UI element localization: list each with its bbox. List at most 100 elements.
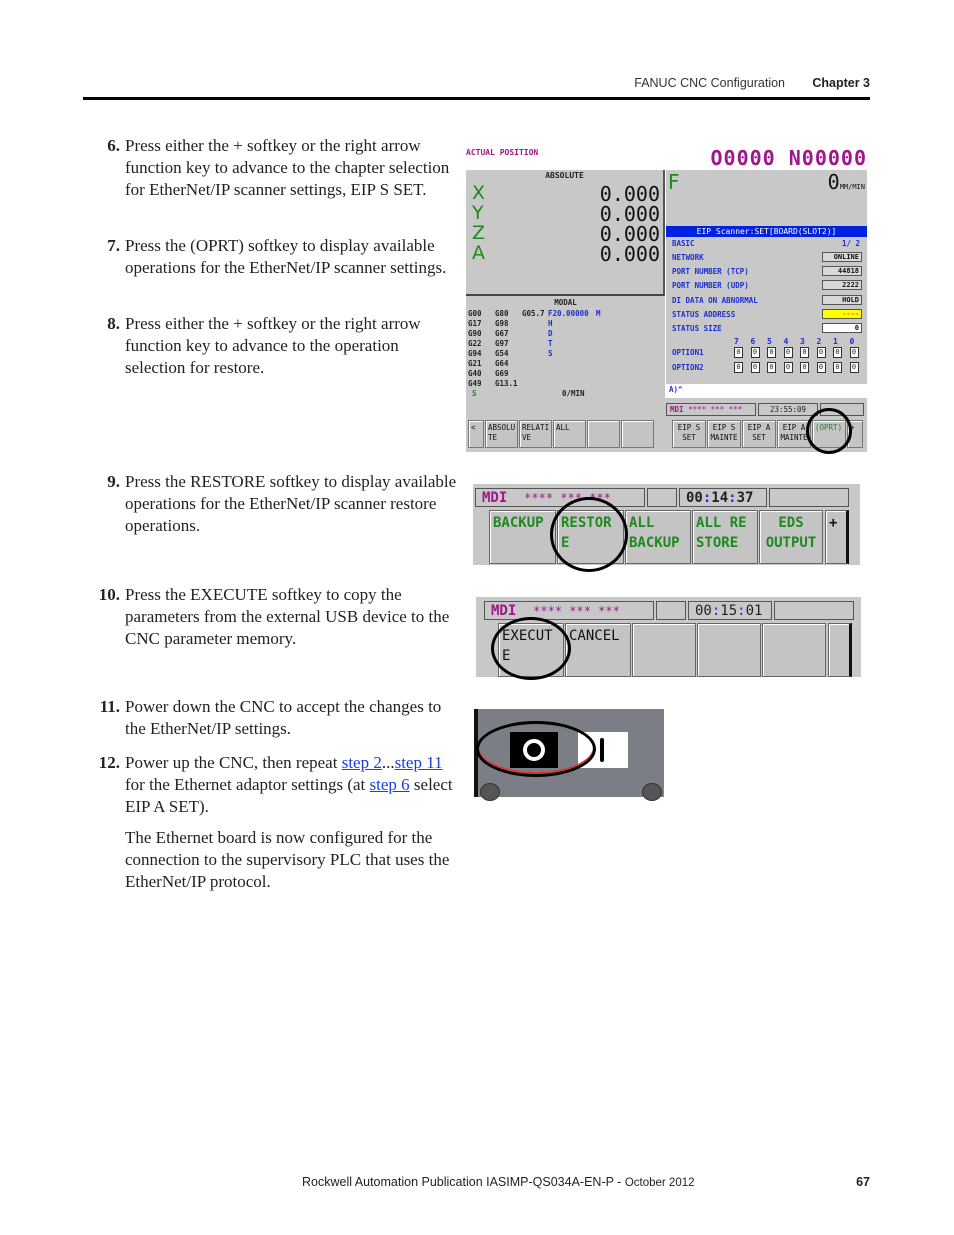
power-switch-panel — [474, 709, 664, 801]
option1-bits[interactable]: 00000000 — [734, 347, 866, 358]
setting-row: PORT NUMBER (TCP) 44818 — [672, 266, 862, 278]
program-number: O0000 N00000 — [710, 146, 867, 170]
screw-icon — [642, 783, 662, 801]
status-blank — [774, 601, 854, 620]
restore-softkey-panel: MDI **** *** *** 00:14:37 BACKUP RESTOR … — [473, 484, 860, 565]
softkey-eip-s-mainte[interactable]: EIP S MAINTE — [707, 420, 741, 448]
step-number: 11. — [99, 697, 120, 716]
header-chapter: Chapter 3 — [812, 76, 870, 90]
step-text: Power up the CNC, then repeat step 2...s… — [125, 753, 453, 816]
status-time: 00:14:37 — [679, 488, 767, 507]
axis-row: Y 0.000 — [472, 202, 660, 226]
step-text: Press the (OPRT) softkey to display avai… — [125, 236, 447, 277]
modal-row: G21 G64 — [468, 359, 509, 368]
step-text: Press either the + softkey or the right … — [125, 314, 421, 377]
softkey-relative[interactable]: RELATI VE — [519, 420, 552, 448]
step-9: 9. Press the RESTORE softkey to display … — [90, 471, 458, 537]
option2-bits[interactable]: 00000000 — [734, 362, 866, 373]
bit-numbers: 76543210 — [734, 337, 855, 346]
step-number: 6. — [107, 136, 120, 155]
softkey-next[interactable] — [828, 623, 852, 677]
modal-row: G90 G67 D — [468, 329, 553, 338]
modal-row: G94 G54 S — [468, 349, 553, 358]
step-6: 6. Press either the + softkey or the rig… — [90, 135, 458, 201]
step-text: Power down the CNC to accept the changes… — [125, 697, 442, 738]
absolute-label: ABSOLUTE — [545, 171, 584, 180]
softkey-absolute[interactable]: ABSOLU TE — [485, 420, 518, 448]
status-blank — [656, 601, 686, 620]
softkey-eds-output[interactable]: EDS OUTPUT — [759, 510, 823, 564]
basic-row: BASIC 1/ 2 — [672, 239, 860, 248]
step-text: Press either the + softkey or the right … — [125, 136, 450, 199]
publication-info: Rockwell Automation Publication IASIMP-Q… — [302, 1175, 695, 1189]
step-10: 10. Press the EXECUTE softkey to copy th… — [90, 584, 458, 650]
header-section: FANUC CNC Configuration — [634, 76, 785, 90]
setting-row: PORT NUMBER (UDP) 2222 — [672, 280, 862, 292]
setting-row: STATUS SIZE 0 — [672, 323, 862, 335]
setting-row: STATUS ADDRESS ---- — [672, 309, 862, 321]
softkey-blank[interactable] — [762, 623, 826, 677]
softkey-all[interactable]: ALL — [553, 420, 586, 448]
step-number: 7. — [107, 236, 120, 255]
step-number: 8. — [107, 314, 120, 333]
step-text: Press the EXECUTE softkey to copy the pa… — [125, 585, 450, 648]
step-11: 11. Power down the CNC to accept the cha… — [90, 696, 458, 740]
softkey-all-restore[interactable]: ALL RE STORE — [692, 510, 758, 564]
page-number: 67 — [856, 1175, 870, 1189]
cnc-eip-scanner-screen: ACTUAL POSITION O0000 N00000 ABSOLUTE X0… — [464, 140, 869, 454]
actual-position-label: ACTUAL POSITION — [466, 148, 539, 157]
highlight-oval — [476, 721, 596, 777]
step-7: 7. Press the (OPRT) softkey to display a… — [90, 235, 458, 279]
link-step-2[interactable]: step 2 — [342, 753, 382, 772]
softkey-blank[interactable] — [621, 420, 654, 448]
step-text: Press the RESTORE softkey to display ava… — [125, 472, 457, 535]
setting-row: NETWORK ONLINE — [672, 252, 862, 264]
closing-paragraph: The Ethernet board is now configured for… — [125, 828, 450, 891]
input-prompt[interactable]: A)^ — [666, 384, 867, 396]
step-8: 8. Press either the + softkey or the rig… — [90, 313, 458, 379]
axis-row: Z 0.000 — [472, 222, 660, 246]
softkey-next[interactable]: + — [825, 510, 849, 564]
modal-row: G49 G13.1 — [468, 379, 518, 388]
modal-row: G22 G97 T — [468, 339, 553, 348]
modal-row: G17 G98 H — [468, 319, 553, 328]
softkey-blank[interactable] — [632, 623, 696, 677]
softkey-eip-a-set[interactable]: EIP A SET — [742, 420, 776, 448]
step-number: 10. — [98, 585, 120, 604]
softkey-blank[interactable] — [587, 420, 620, 448]
softkey-blank[interactable] — [697, 623, 761, 677]
highlight-circle — [491, 617, 571, 680]
power-on-icon — [600, 738, 604, 762]
highlight-circle — [806, 408, 852, 454]
highlight-circle — [550, 497, 628, 572]
status-blank — [647, 488, 677, 507]
softkey-eip-s-set[interactable]: EIP S SET — [672, 420, 706, 448]
softkey-backup[interactable]: BACKUP — [489, 510, 556, 564]
link-step-6[interactable]: step 6 — [370, 775, 410, 794]
step-12: 12. Power up the CNC, then repeat step 2… — [90, 752, 458, 818]
softkey-cancel[interactable]: CANCEL — [565, 623, 631, 677]
status-mode: MDI **** *** *** — [484, 601, 654, 620]
eip-settings-panel: EIP Scanner:SET[BOARD(SLOT2)] BASIC 1/ 2 … — [666, 196, 867, 384]
modal-row: G00 G80 G05.7 F20.00000 M — [468, 309, 601, 318]
step-number: 12. — [98, 753, 120, 772]
eip-title: EIP Scanner:SET[BOARD(SLOT2)] — [666, 226, 867, 237]
status-time: 23:55:09 — [758, 403, 818, 416]
status-time: 00:15:01 — [688, 601, 772, 620]
softkey-prev[interactable]: < — [468, 420, 484, 448]
modal-row: G40 G69 — [468, 369, 509, 378]
softkey-all-backup[interactable]: ALL BACKUP — [625, 510, 691, 564]
modal-panel: MODAL G00 G80 G05.7 F20.00000 M G17 G98 H G90 G… — [466, 296, 665, 400]
header-rule — [83, 97, 870, 100]
status-blank — [769, 488, 849, 507]
link-step-11[interactable]: step 11 — [395, 753, 443, 772]
status-mode: MDI **** *** *** — [666, 403, 756, 416]
status-mode: MDI **** *** *** — [475, 488, 645, 507]
setting-row: DI DATA ON ABNORMAL HOLD — [672, 295, 862, 307]
screw-icon — [480, 783, 500, 801]
step-number: 9. — [107, 472, 120, 491]
feedrate-panel: F 0MM/MIN — [666, 170, 867, 196]
axis-row: A 0.000 — [472, 242, 660, 266]
position-panel: ABSOLUTE X 0.000 Y 0.000 Z 0.000 A 0.000 — [466, 170, 665, 296]
page-header: FANUC CNC Configuration Chapter 3 — [0, 74, 870, 94]
